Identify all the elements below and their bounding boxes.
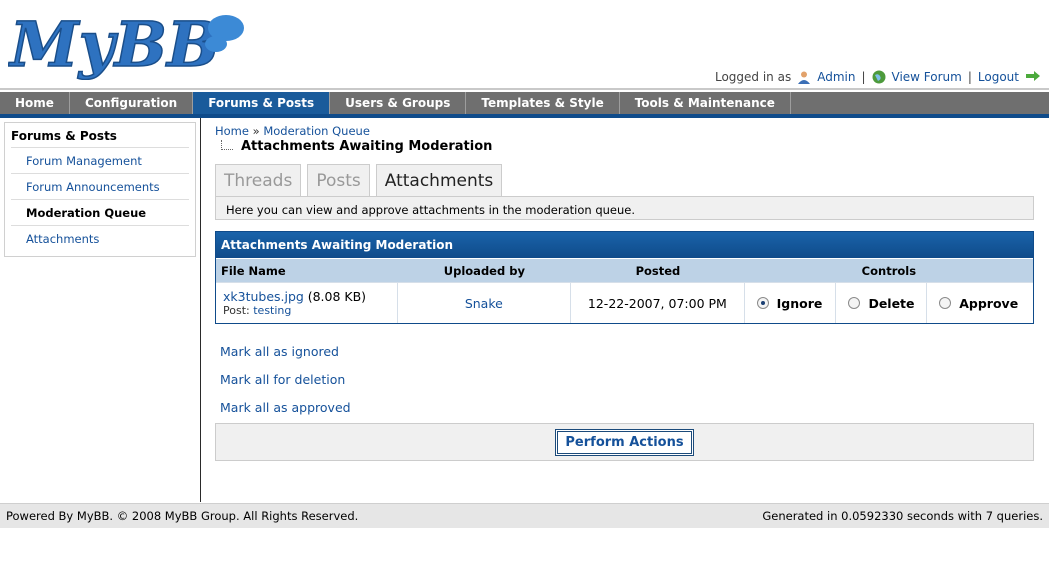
attachment-file-link[interactable]: xk3tubes.jpg bbox=[223, 289, 304, 304]
page-title: Attachments Awaiting Moderation bbox=[241, 139, 493, 154]
sidebar-item-forum-announcements[interactable]: Forum Announcements bbox=[11, 174, 189, 200]
menu-tab-tools-maintenance[interactable]: Tools & Maintenance bbox=[620, 92, 791, 114]
control-delete[interactable]: Delete bbox=[836, 283, 928, 323]
column-header-uploaded-by: Uploaded by bbox=[443, 264, 525, 278]
menu-tab-users-groups[interactable]: Users & Groups bbox=[330, 92, 467, 114]
separator: | bbox=[967, 70, 972, 84]
breadcrumb: Home » Moderation Queue bbox=[215, 124, 1035, 138]
attachments-table: Attachments Awaiting Moderation File Nam… bbox=[215, 231, 1034, 324]
footer: Powered By MyBB. © 2008 MyBB Group. All … bbox=[0, 503, 1049, 528]
table-header-row: File Name Uploaded by Posted Controls bbox=[216, 258, 1033, 282]
admin-user-link[interactable]: Admin bbox=[817, 70, 855, 84]
post-link[interactable]: testing bbox=[253, 304, 291, 317]
delete-label[interactable]: Delete bbox=[868, 296, 914, 311]
menu-tab-forums-posts[interactable]: Forums & Posts bbox=[193, 92, 331, 114]
tree-line-icon bbox=[221, 139, 233, 150]
approve-label[interactable]: Approve bbox=[959, 296, 1018, 311]
separator: | bbox=[861, 70, 866, 84]
tab-threads[interactable]: Threads bbox=[215, 164, 302, 196]
uploaded-by-cell: Snake bbox=[398, 283, 572, 323]
main-content: Home » Moderation Queue Attachments Awai… bbox=[215, 124, 1035, 461]
column-header-file-name: File Name bbox=[221, 264, 286, 278]
menu-tab-home[interactable]: Home bbox=[0, 92, 70, 114]
table-row: xk3tubes.jpg (8.08 KB) Post: testing Sna… bbox=[216, 282, 1033, 323]
attachment-file-size: (8.08 KB) bbox=[307, 289, 367, 304]
tab-posts[interactable]: Posts bbox=[307, 164, 370, 196]
sidebar-item-moderation-queue[interactable]: Moderation Queue bbox=[11, 200, 189, 226]
column-header-controls: Controls bbox=[861, 264, 917, 278]
footer-copyright: Powered By MyBB. © 2008 MyBB Group. All … bbox=[6, 509, 359, 523]
breadcrumb-separator: » bbox=[252, 124, 260, 138]
table-title: Attachments Awaiting Moderation bbox=[216, 232, 1033, 258]
footer-generated: Generated in 0.0592330 seconds with 7 qu… bbox=[762, 509, 1043, 523]
posted-cell: 12-22-2007, 07:00 PM bbox=[571, 283, 745, 323]
breadcrumb-home[interactable]: Home bbox=[215, 124, 249, 138]
delete-radio[interactable] bbox=[848, 297, 861, 309]
uploader-link[interactable]: Snake bbox=[465, 296, 503, 311]
file-name-cell: xk3tubes.jpg (8.08 KB) Post: testing bbox=[216, 283, 398, 323]
logout-link[interactable]: Logout bbox=[978, 70, 1019, 84]
ignore-label[interactable]: Ignore bbox=[777, 296, 823, 311]
sidebar-item-attachments[interactable]: Attachments bbox=[11, 226, 189, 252]
column-header-posted: Posted bbox=[635, 264, 681, 278]
tab-attachments[interactable]: Attachments bbox=[375, 164, 503, 196]
sidebar-item-forum-management[interactable]: Forum Management bbox=[11, 148, 189, 174]
view-forum-link[interactable]: View Forum bbox=[892, 70, 962, 84]
approve-radio[interactable] bbox=[939, 297, 952, 309]
post-label: Post: bbox=[223, 304, 250, 317]
mark-all-deletion-link[interactable]: Mark all for deletion bbox=[220, 372, 345, 387]
header-rule bbox=[0, 88, 1049, 90]
logged-in-label: Logged in as bbox=[714, 70, 792, 84]
sidebar-title: Forums & Posts bbox=[11, 123, 189, 148]
form-actions: Perform Actions bbox=[215, 423, 1034, 461]
menu-tab-templates-style[interactable]: Templates & Style bbox=[466, 92, 620, 114]
perform-actions-button[interactable]: Perform Actions bbox=[555, 428, 694, 456]
subtabs: Threads Posts Attachments bbox=[215, 164, 1035, 196]
control-ignore[interactable]: Ignore bbox=[745, 283, 837, 323]
user-icon bbox=[797, 70, 811, 84]
mark-all-links: Mark all as ignored Mark all for deletio… bbox=[215, 344, 1035, 428]
tab-description: Here you can view and approve attachment… bbox=[215, 196, 1034, 220]
ignore-radio[interactable] bbox=[756, 297, 769, 309]
mybb-logo[interactable]: MyBB bbox=[8, 6, 248, 80]
breadcrumb-moderation-queue[interactable]: Moderation Queue bbox=[263, 124, 370, 138]
user-bar: Logged in as Admin | View Forum | Logout bbox=[714, 70, 1040, 84]
main-menu: Home Configuration Forums & Posts Users … bbox=[0, 92, 1049, 114]
sidebar: Forums & Posts Forum Management Forum An… bbox=[4, 122, 196, 257]
control-approve[interactable]: Approve bbox=[927, 283, 1033, 323]
sidebar-column: Forums & Posts Forum Management Forum An… bbox=[0, 118, 201, 502]
logo-text: MyBB bbox=[8, 8, 219, 80]
logout-arrow-icon bbox=[1025, 70, 1040, 84]
mark-all-ignored-link[interactable]: Mark all as ignored bbox=[220, 344, 339, 359]
menu-tab-configuration[interactable]: Configuration bbox=[70, 92, 194, 114]
mark-all-approved-link[interactable]: Mark all as approved bbox=[220, 400, 351, 415]
globe-icon bbox=[872, 70, 886, 84]
